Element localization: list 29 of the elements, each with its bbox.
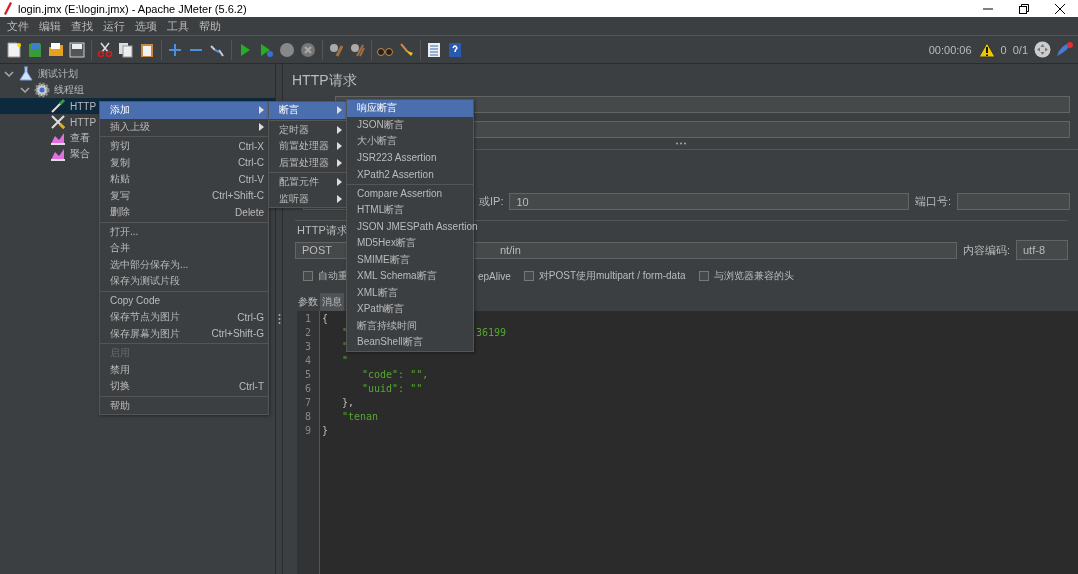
code-text: "uuid": "" bbox=[361, 383, 423, 394]
line-number: 9 bbox=[304, 424, 312, 437]
line-number: 3 bbox=[304, 340, 312, 353]
line-number: 8 bbox=[304, 410, 312, 423]
checkbox-label: 对POST使用multipart / form-data bbox=[538, 269, 686, 283]
code-text: 36199 bbox=[476, 327, 507, 338]
thread-count: 0/1 bbox=[1012, 43, 1028, 56]
window-title: login.jmx (E:\login.jmx) - Apache JMeter (5.6.2) bbox=[18, 2, 248, 15]
field-label: 内容编码: bbox=[962, 242, 1010, 258]
line-number: 6 bbox=[304, 382, 312, 395]
checkbox-label: 与浏览器兼容的头 bbox=[713, 269, 794, 283]
line-number: 7 bbox=[304, 396, 312, 409]
elapsed-time: 00:00:06 bbox=[928, 43, 972, 56]
checkbox-label: 自动重 bbox=[318, 269, 348, 283]
field-label: 或IP: bbox=[479, 194, 504, 209]
line-number: 1 bbox=[304, 312, 312, 325]
line-number: 5 bbox=[304, 368, 312, 381]
warning-count: 0 bbox=[1000, 43, 1007, 56]
code-text: " bbox=[341, 355, 349, 366]
panel-title: HTTP请求 bbox=[292, 72, 358, 90]
field-label: 端口号: bbox=[914, 194, 951, 209]
code-text: { bbox=[322, 313, 329, 324]
line-number: 2 bbox=[304, 326, 312, 339]
line-number: 4 bbox=[304, 354, 312, 367]
checkbox-label: epAlive bbox=[478, 270, 511, 282]
code-text: "code": "", bbox=[361, 369, 429, 380]
code-text: }, bbox=[341, 397, 355, 408]
code-text: } bbox=[322, 425, 329, 436]
code-text: "tenan bbox=[341, 411, 379, 422]
